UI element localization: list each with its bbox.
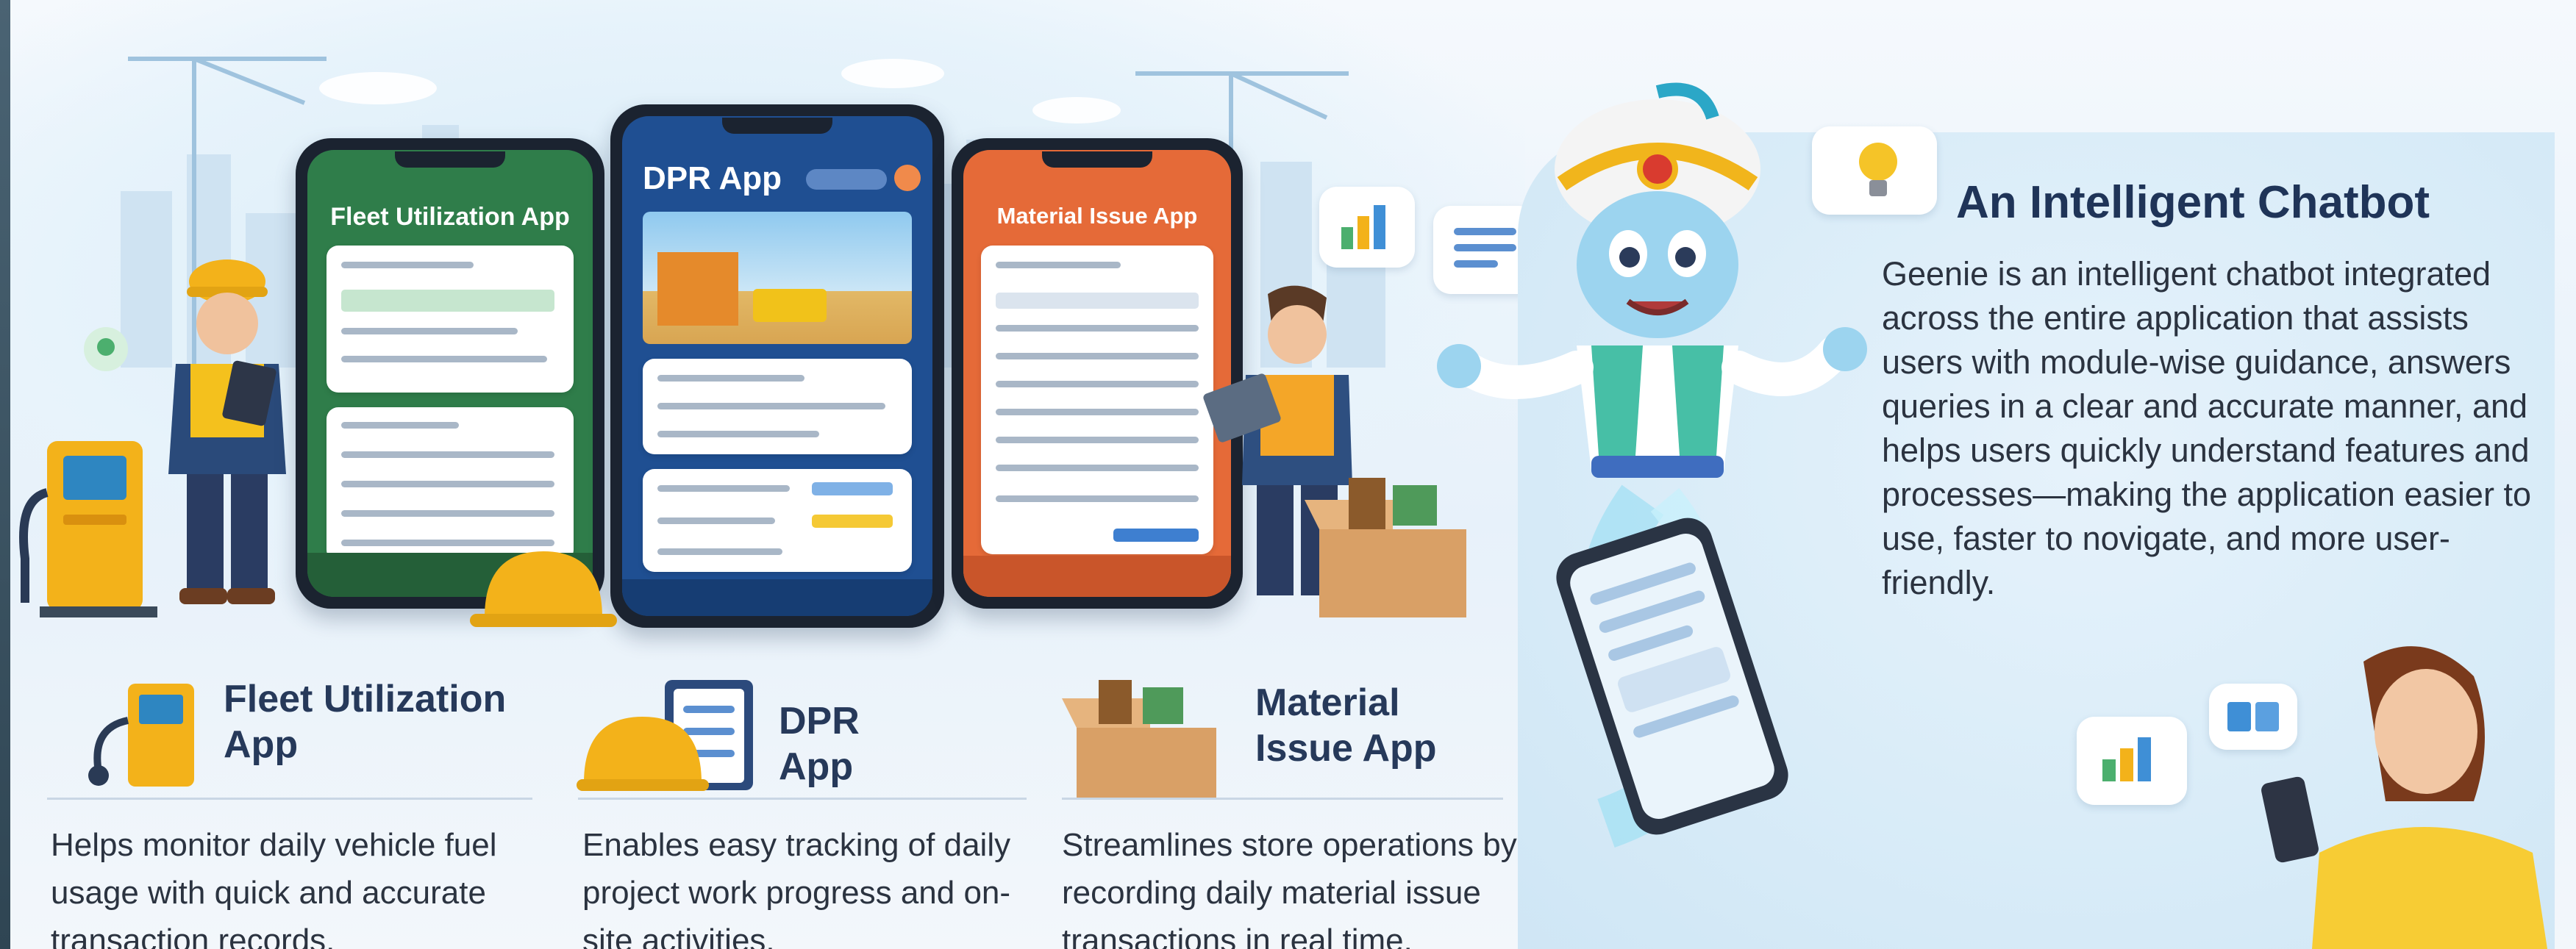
- chatbot-title: An Intelligent Chatbot: [1956, 177, 2430, 228]
- bar-chart-bubble: [1319, 187, 1415, 268]
- dpr-bottom-bar: [622, 579, 932, 616]
- chatbot-description: Geenie is an intelligent chatbot integra…: [1882, 255, 2531, 601]
- smartphone-illustration: [1556, 518, 1788, 835]
- dpr-profile-dot: [894, 165, 921, 191]
- section-fleet-divider: [47, 798, 532, 800]
- section-material-title: Material Issue App: [1255, 681, 1437, 770]
- infographic-canvas: Fleet Utilization App DPR App Material I…: [10, 0, 2576, 949]
- material-phone-mockup: Material Issue App: [952, 138, 1243, 609]
- bar-chart-icon: [1341, 205, 1385, 249]
- fleet-app-title: Fleet Utilization App: [330, 203, 570, 231]
- book-icon: [2227, 702, 2279, 731]
- dpr-header-pill: [806, 169, 887, 190]
- left-frame-border: [0, 0, 10, 949]
- chart-chat-bubble: [2077, 717, 2187, 805]
- woman-with-phone-illustration: [2261, 646, 2547, 949]
- section-fleet-description: Helps monitor daily vehicle fuel usage w…: [51, 827, 497, 949]
- fuel-pump-icon: [88, 684, 194, 787]
- lightbulb-bubble: [1812, 126, 1937, 215]
- material-box-icon: [1062, 680, 1216, 798]
- material-card-list: [981, 246, 1213, 554]
- book-chat-bubble: [2209, 684, 2297, 750]
- helmet-clipboard-icon: [577, 680, 753, 791]
- section-material-description: Streamlines store operations by recordin…: [1062, 827, 1517, 949]
- section-dpr-description: Enables easy tracking of daily project w…: [582, 827, 1011, 949]
- fleet-phone-screen: Fleet Utilization App: [307, 150, 593, 597]
- phone-notch: [1042, 151, 1152, 168]
- section-fleet-title: Fleet Utilization App: [224, 678, 507, 766]
- bar-chart-icon: [2102, 737, 2151, 781]
- section-dpr-divider: [578, 798, 1027, 800]
- section-material-divider: [1062, 798, 1503, 800]
- phone-notch: [395, 151, 505, 168]
- material-bottom-bar: [963, 556, 1231, 597]
- section-dpr-title: DPR App: [779, 700, 860, 788]
- fleet-card-list: [327, 407, 574, 562]
- dpr-card-tasks: [643, 359, 912, 454]
- dpr-site-image: [643, 212, 912, 344]
- material-phone-screen: Material Issue App: [963, 150, 1231, 597]
- material-app-title: Material Issue App: [996, 203, 1198, 229]
- fleet-phone-mockup: Fleet Utilization App: [296, 138, 604, 609]
- fleet-card-top: [327, 246, 574, 393]
- dpr-card-actions: [643, 469, 912, 572]
- dpr-phone-screen: DPR App: [622, 116, 932, 616]
- lightbulb-icon: [1859, 143, 1897, 196]
- phone-notch: [722, 118, 832, 134]
- dpr-app-title: DPR App: [643, 160, 782, 196]
- dpr-phone-mockup: DPR App: [610, 104, 944, 628]
- location-pin-icon: [84, 327, 128, 371]
- yellow-helmet-illustration: [470, 551, 617, 627]
